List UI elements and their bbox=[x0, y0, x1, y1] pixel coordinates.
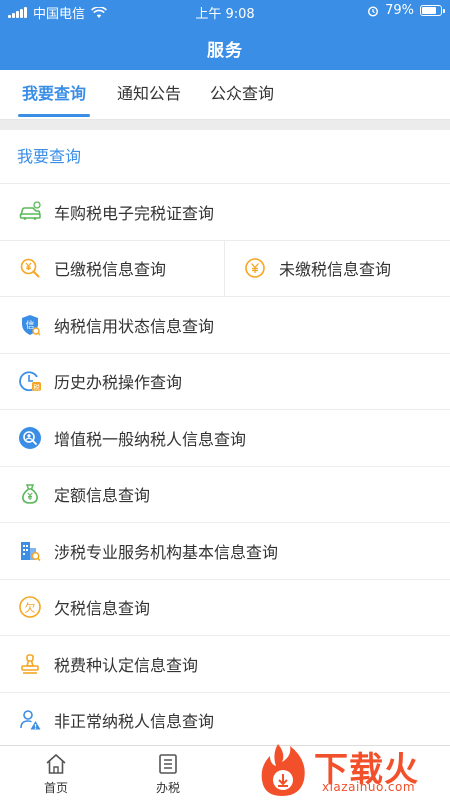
tab-public-query[interactable]: 公众查询 bbox=[208, 70, 276, 120]
money-bag-icon bbox=[18, 482, 42, 506]
svg-text:欠: 欠 bbox=[25, 601, 36, 615]
list-item-paid-tax[interactable]: 已缴税信息查询 bbox=[0, 240, 225, 296]
section-title: 我要查询 bbox=[0, 130, 450, 184]
list-item-label: 车购税电子完税证查询 bbox=[54, 203, 215, 223]
list-item-credit-status[interactable]: 信 纳税信用状态信息查询 bbox=[0, 297, 450, 354]
list-item-tax-type[interactable]: 税费种认定信息查询 bbox=[0, 636, 450, 693]
list-item-vat-payer[interactable]: 增值税一般纳税人信息查询 bbox=[0, 410, 450, 467]
alarm-icon bbox=[368, 5, 379, 17]
list-item-label: 增值税一般纳税人信息查询 bbox=[54, 429, 247, 449]
list-item-owed-tax[interactable]: 欠 欠税信息查询 bbox=[0, 580, 450, 636]
person-search-icon bbox=[18, 426, 42, 450]
home-icon bbox=[46, 753, 66, 774]
watermark-subtitle: xiazaihuo.com bbox=[322, 780, 416, 794]
query-list: 车购税电子完税证查询 已缴税信息查询 未缴税信息查询 信 纳税信用状态信息查询 … bbox=[0, 184, 450, 749]
clock-tax-icon: 税 bbox=[18, 369, 42, 393]
car-icon bbox=[18, 200, 42, 224]
tab-bar: 我要查询 通知公告 公众查询 bbox=[0, 70, 450, 120]
credit-shield-icon: 信 bbox=[18, 313, 42, 337]
person-warning-icon bbox=[18, 708, 42, 732]
list-row-paid-unpaid: 已缴税信息查询 未缴税信息查询 bbox=[0, 240, 450, 297]
tab-notices[interactable]: 通知公告 bbox=[115, 70, 183, 120]
list-item-label: 涉税专业服务机构基本信息查询 bbox=[54, 542, 279, 562]
list-item-unpaid-tax[interactable]: 未缴税信息查询 bbox=[225, 241, 391, 297]
yen-search-icon bbox=[18, 256, 42, 280]
owe-tax-icon: 欠 bbox=[18, 595, 42, 619]
list-item-label: 税费种认定信息查询 bbox=[54, 655, 199, 675]
list-item-label: 已缴税信息查询 bbox=[54, 260, 167, 280]
header: 中国电信 上午 9:08 79% 服务 bbox=[0, 0, 450, 70]
yen-coin-icon bbox=[243, 256, 267, 280]
seal-icon bbox=[18, 652, 42, 676]
bottom-nav-label: 首页 bbox=[43, 781, 68, 795]
status-bar: 中国电信 上午 9:08 79% bbox=[0, 0, 450, 24]
tab-my-query[interactable]: 我要查询 bbox=[18, 70, 90, 120]
list-item-label: 纳税信用状态信息查询 bbox=[54, 316, 215, 336]
bottom-nav-label: 办税 bbox=[155, 781, 180, 795]
list-item-label: 欠税信息查询 bbox=[54, 599, 151, 619]
list-icon bbox=[159, 754, 177, 774]
list-item-service-agency[interactable]: 涉税专业服务机构基本信息查询 bbox=[0, 523, 450, 580]
watermark: 下载火 xiazaihuo.com bbox=[256, 740, 446, 800]
list-item-history[interactable]: 税 历史办税操作查询 bbox=[0, 354, 450, 410]
list-item-label: 未缴税信息查询 bbox=[279, 260, 392, 280]
list-item-label: 非正常纳税人信息查询 bbox=[54, 712, 215, 732]
list-item-label: 历史办税操作查询 bbox=[54, 373, 183, 393]
battery-icon bbox=[420, 5, 445, 16]
bottom-nav-tax[interactable]: 办税 bbox=[138, 752, 198, 796]
section-divider bbox=[0, 120, 450, 130]
bottom-nav-home[interactable]: 首页 bbox=[26, 752, 86, 796]
page-title: 服务 bbox=[207, 41, 243, 61]
battery-percent: 79% bbox=[385, 3, 414, 18]
flame-logo-icon bbox=[261, 744, 305, 796]
list-item-quota[interactable]: 定额信息查询 bbox=[0, 467, 450, 523]
list-item-label: 定额信息查询 bbox=[54, 486, 151, 506]
svg-text:税: 税 bbox=[33, 383, 40, 392]
building-search-icon bbox=[18, 539, 42, 563]
list-item-vehicle-tax[interactable]: 车购税电子完税证查询 bbox=[0, 184, 450, 241]
